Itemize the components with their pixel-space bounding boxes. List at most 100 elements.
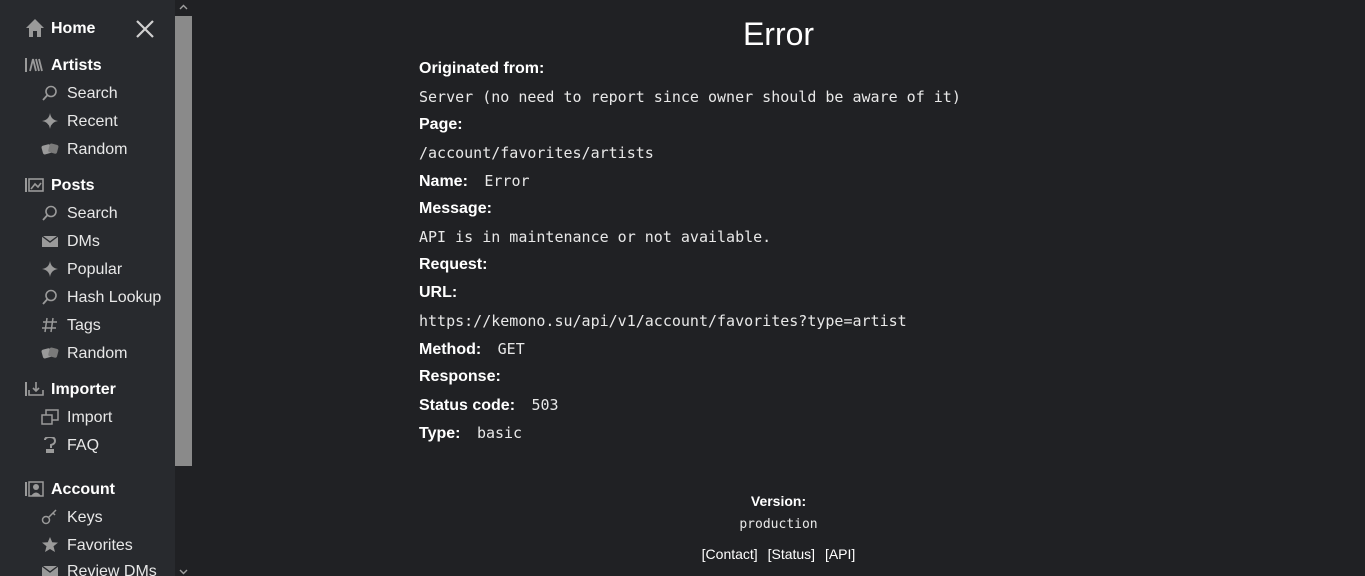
- scroll-up-arrow-icon[interactable]: [179, 3, 188, 12]
- sidebar-item-artists-search[interactable]: Search: [0, 80, 175, 106]
- sidebar-item-posts-tags[interactable]: Tags: [0, 312, 175, 338]
- nav-label: FAQ: [67, 437, 100, 454]
- sidebar-item-importer-faq[interactable]: FAQ: [0, 432, 175, 458]
- sidebar-section-account[interactable]: Account: [0, 476, 175, 502]
- originated-value: Server (no need to report since owner sh…: [419, 88, 961, 106]
- sidebar-section-artists[interactable]: Artists: [0, 52, 175, 78]
- nav-label: Recent: [67, 113, 118, 130]
- home-label: Home: [51, 20, 96, 37]
- nav-label: Import: [67, 409, 113, 426]
- section-label-account: Account: [51, 481, 115, 498]
- page-value-row: /account/favorites/artists: [419, 144, 654, 163]
- url-label-row: URL:: [419, 284, 457, 302]
- method-label: Method:: [419, 341, 482, 358]
- dice-icon: [41, 143, 59, 155]
- sidebar-item-importer-import[interactable]: Import: [0, 404, 175, 430]
- sidebar-item-account-keys[interactable]: Keys: [0, 504, 175, 530]
- section-label-artists: Artists: [51, 57, 102, 74]
- type-label: Type:: [419, 425, 461, 442]
- request-label-row: Request:: [419, 256, 487, 274]
- status-row: Status code: 503: [419, 396, 559, 415]
- type-value: basic: [476, 424, 523, 442]
- import-icon: [41, 409, 59, 425]
- sidebar-item-artists-random[interactable]: Random: [0, 136, 175, 162]
- search-icon: [42, 289, 57, 305]
- sparkle-icon: [42, 261, 58, 277]
- sidebar-item-posts-search[interactable]: Search: [0, 200, 175, 226]
- star-icon: [42, 537, 58, 552]
- nav-label: Keys: [67, 509, 103, 526]
- sparkle-icon: [42, 113, 58, 129]
- nav-label: Popular: [67, 261, 123, 278]
- nav-label: DMs: [67, 233, 100, 250]
- url-label: URL:: [419, 284, 458, 301]
- sidebar-item-posts-popular[interactable]: Popular: [0, 256, 175, 282]
- search-icon: [42, 85, 57, 101]
- response-label: Response:: [419, 368, 501, 385]
- status-link[interactable]: [Status]: [768, 546, 815, 562]
- message-label-row: Message:: [419, 200, 492, 218]
- sidebar-section-importer[interactable]: Importer: [0, 376, 175, 402]
- name-row: Name: Error: [419, 172, 530, 191]
- footer-version-label: Version:: [750, 493, 807, 509]
- method-row: Method: GET: [419, 340, 525, 359]
- request-label: Request:: [419, 256, 488, 273]
- artists-icon: [25, 58, 43, 72]
- nav-label: Search: [67, 85, 118, 102]
- name-label: Name:: [419, 173, 468, 190]
- nav-label: Random: [67, 345, 128, 362]
- message-label: Message:: [419, 200, 492, 217]
- contact-link[interactable]: [Contact]: [702, 546, 758, 562]
- method-value: GET: [497, 340, 525, 358]
- section-label-posts: Posts: [51, 177, 95, 194]
- status-label: Status code:: [419, 397, 516, 414]
- type-row: Type: basic: [419, 424, 522, 443]
- nav-label: Review DMs: [67, 563, 157, 576]
- footer-links: [Contact] [Status] [API]: [192, 546, 1365, 562]
- nav-label: Random: [67, 141, 128, 158]
- sidebar-item-account-review-dms[interactable]: Review DMs: [0, 558, 175, 576]
- sidebar-item-posts-dms[interactable]: DMs: [0, 228, 175, 254]
- status-value: 503: [531, 396, 559, 414]
- account-icon: [25, 481, 44, 497]
- sidebar-item-posts-hash-lookup[interactable]: Hash Lookup: [0, 284, 175, 310]
- message-value: API is in maintenance or not available.: [419, 228, 772, 246]
- key-icon: [41, 509, 57, 525]
- name-value: Error: [484, 172, 530, 190]
- section-label-importer: Importer: [51, 381, 116, 398]
- url-value-row: https://kemono.su/api/v1/account/favorit…: [419, 312, 907, 331]
- faq-icon: [44, 437, 57, 453]
- page-title: Error: [742, 16, 815, 52]
- sidebar-item-posts-random[interactable]: Random: [0, 340, 175, 366]
- mail-icon: [41, 565, 59, 576]
- page-value: /account/favorites/artists: [419, 144, 654, 162]
- originated-value-row: Server (no need to report since owner sh…: [419, 88, 961, 107]
- response-label-row: Response:: [419, 368, 501, 386]
- sidebar: Home Artists Search Recent Random Posts …: [0, 0, 175, 576]
- sidebar-home[interactable]: Home: [0, 14, 175, 44]
- sidebar-item-account-favorites[interactable]: Favorites: [0, 532, 175, 558]
- scrollbar-thumb[interactable]: [175, 16, 192, 466]
- nav-label: Tags: [67, 317, 101, 334]
- page-label: Page:: [419, 116, 463, 133]
- home-icon: [26, 19, 44, 37]
- nav-label: Favorites: [67, 537, 133, 554]
- search-icon: [42, 205, 57, 221]
- nav-label: Search: [67, 205, 118, 222]
- close-icon[interactable]: [134, 18, 156, 40]
- sidebar-item-artists-recent[interactable]: Recent: [0, 108, 175, 134]
- nav-label: Hash Lookup: [67, 289, 162, 306]
- hash-icon: [42, 317, 57, 333]
- api-link[interactable]: [API]: [825, 546, 855, 562]
- error-page: Error Originated from: Server (no need t…: [192, 0, 1365, 576]
- dice-icon: [41, 347, 59, 359]
- scroll-down-arrow-icon[interactable]: [179, 567, 188, 576]
- posts-icon: [25, 178, 44, 192]
- mail-icon: [41, 235, 59, 247]
- sidebar-section-posts[interactable]: Posts: [0, 172, 175, 198]
- sidebar-scrollbar[interactable]: [175, 0, 192, 576]
- importer-icon: [25, 382, 44, 396]
- originated-label-row: Originated from:: [419, 60, 544, 78]
- page-label-row: Page:: [419, 116, 463, 134]
- footer-version-value: production: [739, 517, 818, 532]
